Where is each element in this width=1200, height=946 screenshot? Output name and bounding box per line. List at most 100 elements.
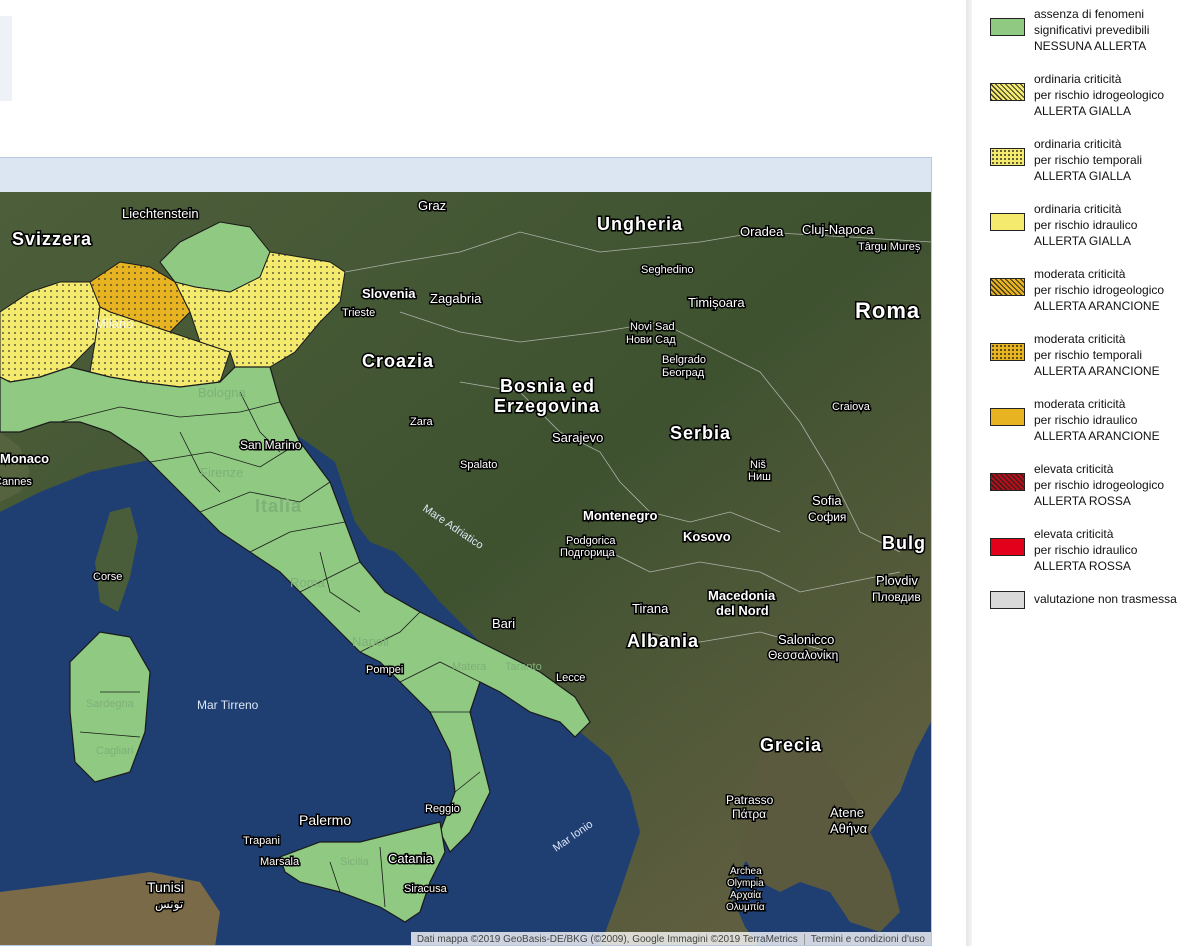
label-archea-4: Ολυμπία xyxy=(726,901,765,913)
legend-text: moderata criticità xyxy=(1034,332,1126,346)
legend-swatch xyxy=(990,343,1025,361)
label-bosnia-2: Erzegovina xyxy=(494,396,600,416)
label-macedonia-2: del Nord xyxy=(716,603,769,618)
label-archea-1: Archea xyxy=(730,866,762,877)
label-serbia: Serbia xyxy=(670,423,731,443)
label-corse: Corse xyxy=(93,571,122,583)
label-napoli: Napoli xyxy=(352,634,389,649)
label-slovenia: Slovenia xyxy=(362,286,416,301)
label-craiova: Craiova xyxy=(832,401,871,413)
legend-swatch xyxy=(990,408,1025,426)
label-nis-1: Niš xyxy=(750,459,766,471)
legend-text: elevata criticità xyxy=(1034,527,1114,541)
legend-swatch xyxy=(990,83,1025,101)
legend-item: ordinaria criticità per rischio temporali… xyxy=(990,136,1200,184)
label-nis-2: Ниш xyxy=(748,471,771,483)
legend-swatch xyxy=(990,473,1025,491)
legend-item: ordinaria criticità per rischio idraulico… xyxy=(990,201,1200,249)
legend-text: per rischio temporali xyxy=(1034,348,1143,362)
legend-text: ALLERTA ROSSA xyxy=(1034,494,1131,508)
legend-text: ALLERTA ARANCIONE xyxy=(1034,299,1160,313)
label-sofia-1: Sofia xyxy=(812,493,842,508)
legend-item: elevata criticità per rischio idraulico AL… xyxy=(990,526,1200,574)
label-atene-1: Atene xyxy=(830,805,864,820)
legend-text: ALLERTA GIALLA xyxy=(1034,169,1131,183)
label-ungheria: Ungheria xyxy=(597,214,683,234)
label-albania: Albania xyxy=(627,631,699,651)
legend-text: NESSUNA ALLERTA xyxy=(1034,39,1147,53)
label-roma-it: Roma xyxy=(290,575,325,590)
label-bosnia-1: Bosnia ed xyxy=(500,376,595,396)
legend-item: moderata criticità per rischio idrogeolog… xyxy=(990,266,1200,314)
label-grecia: Grecia xyxy=(760,735,822,755)
legend-text: per rischio idraulico xyxy=(1034,543,1138,557)
label-trieste: Trieste xyxy=(342,307,375,319)
label-zara: Zara xyxy=(410,416,434,428)
label-tunisi-2: تونس xyxy=(155,897,183,911)
label-siracusa: Siracusa xyxy=(404,883,448,895)
label-seghedino: Seghedino xyxy=(641,264,694,276)
label-spalato: Spalato xyxy=(460,459,497,471)
label-italia: Italia xyxy=(255,496,302,516)
legend-text: moderata criticità xyxy=(1034,267,1126,281)
label-cannes: Cannes xyxy=(0,476,32,488)
label-atene-2: Αθήνα xyxy=(830,821,868,836)
legend-text: ordinaria criticità xyxy=(1034,72,1122,86)
label-croazia: Croazia xyxy=(362,351,434,371)
map-svg[interactable]: Svizzera Liechtenstein Graz Ungheria Ora… xyxy=(0,192,931,946)
legend-item: ordinaria criticità per rischio idrogeolo… xyxy=(990,71,1200,119)
legend-swatch xyxy=(990,538,1025,556)
label-mar-tirreno: Mar Tirreno xyxy=(197,698,259,712)
legend-item: assenza di fenomeni significativi prevedi… xyxy=(990,6,1200,54)
map-canvas[interactable]: Svizzera Liechtenstein Graz Ungheria Ora… xyxy=(0,192,931,946)
label-oradea: Oradea xyxy=(740,224,784,239)
legend-text: ordinaria criticità xyxy=(1034,202,1122,216)
label-belgrado-1: Belgrado xyxy=(662,354,706,366)
label-marsala: Marsala xyxy=(260,856,300,868)
label-targu: Târgu Mureș xyxy=(858,241,921,253)
sidebar-divider xyxy=(966,0,972,946)
label-bulg: Bulg xyxy=(882,533,926,553)
legend-item: valutazione non trasmessa xyxy=(990,591,1200,609)
label-podgorica-1: Podgorica xyxy=(566,535,616,547)
label-trapani: Trapani xyxy=(243,835,280,847)
label-milano: Milano xyxy=(95,316,133,331)
label-patrasso-2: Πάτρα xyxy=(732,807,766,821)
legend-item: elevata criticità per rischio idrogeologi… xyxy=(990,461,1200,509)
label-monaco: Monaco xyxy=(0,451,49,466)
label-firenze: Firenze xyxy=(200,465,243,480)
legend-text: valutazione non trasmessa xyxy=(1034,592,1177,606)
legend-text: per rischio idrogeologico xyxy=(1034,88,1165,102)
legend-text: moderata criticità xyxy=(1034,397,1126,411)
legend-swatch xyxy=(990,148,1025,166)
legend-text: per rischio idrogeologico xyxy=(1034,283,1165,297)
label-timisoara: Timișoara xyxy=(688,295,745,310)
legend-text: ALLERTA GIALLA xyxy=(1034,104,1131,118)
attribution-text: Dati mappa ©2019 GeoBasis-DE/BKG (©2009)… xyxy=(416,934,798,945)
label-bologna: Bologna xyxy=(198,385,246,400)
terms-link[interactable]: Termini e condizioni d'uso xyxy=(803,934,931,945)
label-montenegro: Montenegro xyxy=(583,508,657,523)
legend-text: ALLERTA ARANCIONE xyxy=(1034,429,1160,443)
top-panel-stub xyxy=(0,16,12,101)
legend-text: assenza di fenomeni xyxy=(1034,7,1145,21)
legend-text: elevata criticità xyxy=(1034,462,1114,476)
legend-text: ALLERTA ROSSA xyxy=(1034,559,1131,573)
legend-text: significativi prevedibili xyxy=(1034,23,1150,37)
legend-text: ALLERTA GIALLA xyxy=(1034,234,1131,248)
label-plovdiv-2: Пловдив xyxy=(872,590,921,604)
alert-legend: assenza di fenomeni significativi prevedi… xyxy=(990,6,1200,626)
legend-item: moderata criticità per rischio idraulico A… xyxy=(990,396,1200,444)
label-podgorica-2: Подгорица xyxy=(560,547,616,559)
label-kosovo: Kosovo xyxy=(683,529,731,544)
label-archea-3: Αρχαία xyxy=(730,889,761,901)
label-reggio: Reggio xyxy=(425,803,460,815)
label-sicilia: Sicilia xyxy=(340,856,370,868)
legend-text: per rischio idraulico xyxy=(1034,413,1138,427)
label-svizzera: Svizzera xyxy=(12,229,92,249)
label-zagabria: Zagabria xyxy=(430,291,482,306)
label-belgrado-2: Београд xyxy=(662,367,705,379)
label-graz: Graz xyxy=(418,198,446,213)
label-salonicco-1: Salonicco xyxy=(778,632,834,647)
label-plovdiv-1: Plovdiv xyxy=(876,573,918,588)
